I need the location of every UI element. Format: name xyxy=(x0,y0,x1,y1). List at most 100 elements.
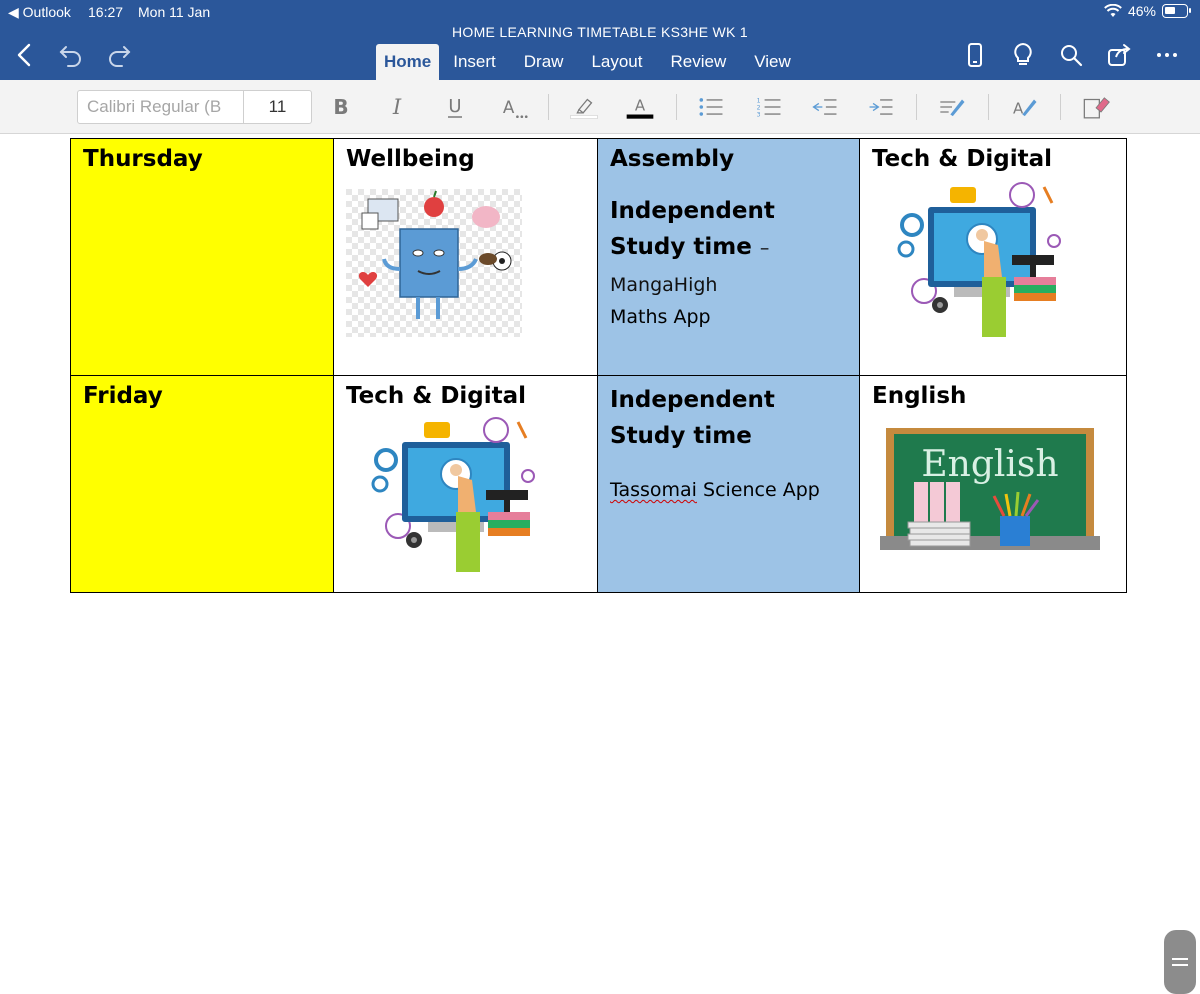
font-color-button[interactable]: A xyxy=(622,90,658,124)
svg-text:2: 2 xyxy=(757,105,761,112)
font-more-icon: A xyxy=(503,97,528,119)
font-name-field[interactable]: Calibri Regular (B xyxy=(78,91,244,123)
day-label: Friday xyxy=(83,383,163,409)
tell-me-button[interactable] xyxy=(1006,38,1040,72)
toolbar-right xyxy=(958,38,1184,72)
tech-digital-illustration xyxy=(371,417,535,572)
subject-title: Tech & Digital xyxy=(346,383,527,409)
home-ribbon: Calibri Regular (B 11 B I U A A 123 A xyxy=(0,80,1200,134)
svg-text:U: U xyxy=(448,96,461,117)
clear-formatting-button[interactable] xyxy=(1078,90,1114,124)
table-row: Thursday Wellbeing Assembly Independent … xyxy=(70,138,1127,376)
numbered-list-icon: 123 xyxy=(757,98,781,119)
subject-cell[interactable]: Wellbeing xyxy=(333,138,598,376)
subject-title: English xyxy=(872,383,967,409)
search-button[interactable] xyxy=(1054,38,1088,72)
misspelled-word: Tassomai xyxy=(610,479,697,501)
bullets-button[interactable] xyxy=(694,90,728,124)
svg-text:1: 1 xyxy=(757,98,761,105)
styles-button[interactable] xyxy=(934,90,970,124)
bold-icon: B xyxy=(333,95,348,119)
tab-draw[interactable]: Draw xyxy=(510,44,578,80)
svg-text:3: 3 xyxy=(757,112,761,119)
svg-text:A: A xyxy=(635,96,646,114)
study-cell[interactable]: Independent Study time Tassomai Science … xyxy=(597,375,860,593)
undo-button[interactable] xyxy=(54,38,88,72)
battery-icon xyxy=(1162,4,1191,18)
redo-button[interactable] xyxy=(102,38,136,72)
english-chalkboard: English xyxy=(880,428,1100,550)
title-bar: ◀ Outlook 16:27 Mon 11 Jan 46% HOME LEAR… xyxy=(0,0,1200,80)
divider xyxy=(676,94,677,120)
date: Mon 11 Jan xyxy=(138,4,211,20)
study-description: Independent Study time – MangaHigh xyxy=(610,193,847,303)
phone-icon xyxy=(968,43,982,67)
scroll-handle[interactable] xyxy=(1164,930,1196,994)
clock: 16:27 xyxy=(88,4,124,20)
mobile-view-button[interactable] xyxy=(958,38,992,72)
day-cell[interactable]: Friday xyxy=(70,375,334,593)
svg-text:I: I xyxy=(392,95,402,119)
tab-view[interactable]: View xyxy=(740,44,805,80)
divider xyxy=(916,94,917,120)
wifi-icon xyxy=(1104,4,1122,17)
italic-button[interactable]: I xyxy=(382,90,412,124)
dash: – xyxy=(759,237,770,259)
subject-title: Tech & Digital xyxy=(872,146,1053,172)
app-name: Science App xyxy=(703,479,820,501)
ribbon-tabs: Home Insert Draw Layout Review View xyxy=(376,44,805,80)
font-size-field[interactable]: 11 xyxy=(244,91,311,123)
more-font-options-button[interactable]: A xyxy=(496,90,530,124)
svg-text:B: B xyxy=(333,95,348,119)
underline-button[interactable]: U xyxy=(440,90,470,124)
highlighter-icon xyxy=(570,98,598,119)
underline-icon: U xyxy=(448,96,462,118)
more-options-button[interactable] xyxy=(1150,38,1184,72)
day-cell[interactable]: Thursday xyxy=(70,138,334,376)
highlight-button[interactable] xyxy=(566,90,602,124)
numbering-button[interactable]: 123 xyxy=(752,90,786,124)
timetable-table: Thursday Wellbeing Assembly Independent … xyxy=(70,138,1127,593)
subject-title: Wellbeing xyxy=(346,146,475,172)
subject-cell[interactable]: English English xyxy=(859,375,1127,593)
increase-indent-button[interactable] xyxy=(864,90,898,124)
svg-text:A: A xyxy=(503,97,515,117)
document-canvas[interactable]: Thursday Wellbeing Assembly Independent … xyxy=(0,134,1200,994)
ellipsis-icon xyxy=(1157,53,1177,57)
paragraph-styles-icon xyxy=(940,99,965,117)
board-text: English xyxy=(921,444,1058,485)
clear-formatting-icon xyxy=(1083,97,1110,119)
share-icon xyxy=(1108,44,1131,66)
search-icon xyxy=(1061,45,1083,67)
decrease-indent-button[interactable] xyxy=(808,90,842,124)
app-name-line: Maths App xyxy=(610,306,711,328)
divider xyxy=(1060,94,1061,120)
share-button[interactable] xyxy=(1102,38,1136,72)
back-to-outlook-link[interactable]: ◀ Outlook xyxy=(8,4,71,21)
app-line: Tassomai Science App xyxy=(610,476,847,504)
divider xyxy=(988,94,989,120)
status-bar: ◀ Outlook 16:27 Mon 11 Jan 46% xyxy=(0,0,1200,24)
decrease-indent-icon xyxy=(812,99,837,115)
bullet-list-icon xyxy=(699,98,723,116)
day-label: Thursday xyxy=(83,146,203,172)
subject-cell[interactable]: Tech & Digital xyxy=(333,375,598,593)
table-row: Friday Tech & Digital Independent Study … xyxy=(70,375,1127,593)
battery-percent: 46% xyxy=(1127,3,1156,19)
tab-review[interactable]: Review xyxy=(656,44,740,80)
font-picker: Calibri Regular (B 11 xyxy=(77,90,312,124)
tab-home[interactable]: Home xyxy=(376,44,440,80)
format-painter-button[interactable]: A xyxy=(1006,90,1042,124)
tech-digital-illustration xyxy=(897,182,1061,337)
tab-insert[interactable]: Insert xyxy=(439,44,510,80)
tab-layout[interactable]: Layout xyxy=(577,44,656,80)
styles-brush-icon: A xyxy=(1013,99,1037,118)
bold-button[interactable]: B xyxy=(326,90,356,124)
study-title: Independent Study time xyxy=(610,198,775,260)
subject-cell[interactable]: Tech & Digital xyxy=(859,138,1127,376)
back-button[interactable] xyxy=(8,38,42,72)
chevron-left-icon xyxy=(17,43,31,67)
study-cell[interactable]: Assembly Independent Study time – MangaH… xyxy=(597,138,860,376)
increase-indent-icon xyxy=(869,99,893,115)
wellbeing-illustration xyxy=(346,189,522,337)
